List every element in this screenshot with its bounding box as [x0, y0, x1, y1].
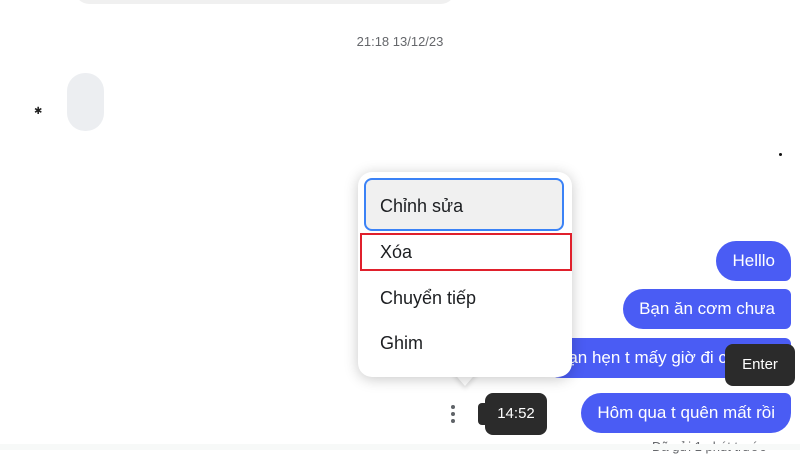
avatar-icon: ✱ — [34, 106, 43, 117]
menu-item-delete[interactable]: Xóa — [360, 233, 572, 271]
bottom-strip — [0, 444, 800, 450]
more-options-icon[interactable] — [446, 400, 460, 428]
conversation-timestamp: 21:18 13/12/23 — [356, 34, 444, 49]
message-text: Bạn hẹn t mấy giờ đi chơi — [557, 348, 752, 367]
message-text: Hôm qua t quên mất rồi — [597, 403, 775, 422]
message-text: Helllo — [732, 251, 775, 270]
dot — [451, 412, 455, 416]
message-text: Bạn ăn cơm chưa — [639, 299, 775, 318]
seen-indicator-icon — [779, 153, 782, 156]
message-context-menu: Chỉnh sửa Xóa Chuyển tiếp Ghim — [358, 172, 572, 377]
outgoing-message[interactable]: Bạn ăn cơm chưa — [623, 289, 791, 329]
incoming-message-bubble[interactable] — [67, 73, 104, 131]
menu-item-pin[interactable]: Ghim — [366, 322, 564, 364]
message-time-tooltip: 14:52 — [485, 393, 547, 435]
menu-item-edit[interactable]: Chỉnh sửa — [364, 178, 564, 231]
menu-item-forward[interactable]: Chuyển tiếp — [366, 277, 564, 319]
dot — [451, 405, 455, 409]
dot — [451, 419, 455, 423]
outgoing-message[interactable]: Hôm qua t quên mất rồi — [581, 393, 791, 433]
outgoing-message[interactable]: Helllo — [716, 241, 791, 281]
enter-tooltip: Enter — [725, 344, 795, 386]
top-composer-edge — [75, 0, 455, 4]
